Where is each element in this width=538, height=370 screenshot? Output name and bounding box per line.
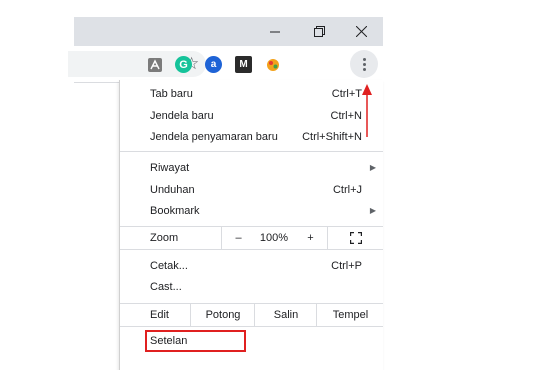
red-arrow-annotation <box>362 84 372 137</box>
